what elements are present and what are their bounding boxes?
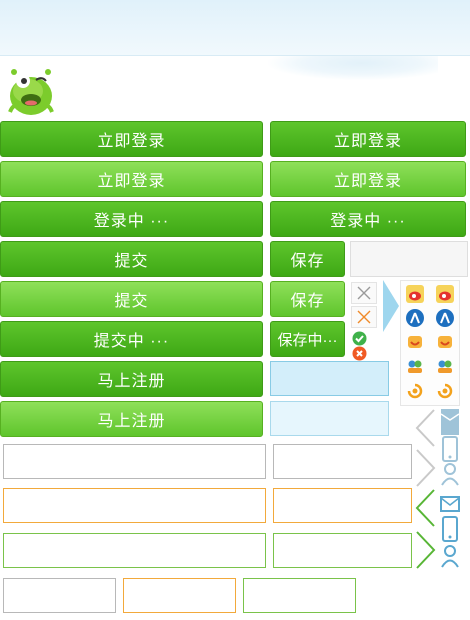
submitting-button[interactable]: 提交中 ··· [0,321,263,357]
hint-box [270,361,389,396]
text-input-valid[interactable] [3,533,266,568]
login-button-small-hover[interactable]: 立即登录 [270,161,466,197]
chevron-left-icon [414,408,436,448]
mail-icon [440,494,460,514]
mascot-icon [4,64,58,118]
qq-weibo-icon[interactable] [406,382,424,400]
logging-in-button-small[interactable]: 登录中 ··· [270,201,466,237]
user-icon [440,544,460,568]
close-icon[interactable] [351,282,377,304]
login-button[interactable]: 立即登录 [0,121,263,157]
cloud-decoration [268,56,438,80]
register-button-hover[interactable]: 马上注册 [0,401,263,437]
weibo-icon[interactable] [406,285,424,303]
disabled-field [350,241,468,277]
close-hover-icon[interactable] [351,306,377,328]
mail-icon [440,408,460,436]
kaixin-icon[interactable] [436,333,454,351]
save-button[interactable]: 保存 [270,241,345,277]
weibo-icon[interactable] [436,285,454,303]
chevron-left-icon [414,488,436,528]
error-icon [352,346,367,361]
qq-weibo-icon[interactable] [436,382,454,400]
text-input-mini[interactable] [3,578,116,613]
save-button-hover[interactable]: 保存 [270,281,345,317]
text-input-small-focus[interactable] [273,488,412,523]
text-input-focus[interactable] [3,488,266,523]
renren-icon[interactable] [406,309,424,327]
renren-icon[interactable] [436,309,454,327]
text-input[interactable] [3,444,266,479]
submit-button-hover[interactable]: 提交 [0,281,263,317]
chevron-left-icon [414,530,436,570]
saving-button[interactable]: 保存中··· [270,321,345,357]
douban-icon[interactable] [406,357,424,375]
hint-box-light [270,401,389,436]
login-button-hover[interactable]: 立即登录 [0,161,263,197]
submit-button[interactable]: 提交 [0,241,263,277]
user-icon [440,462,460,486]
douban-icon[interactable] [436,357,454,375]
text-input-small-valid[interactable] [273,533,412,568]
text-input-small[interactable] [273,444,412,479]
tab-arrow-icon [383,280,399,332]
check-icon [352,331,367,346]
chevron-left-icon [414,448,436,488]
text-input-mini-focus[interactable] [123,578,236,613]
text-input-mini-valid[interactable] [243,578,356,613]
phone-icon [440,436,460,462]
logging-in-button[interactable]: 登录中 ··· [0,201,263,237]
phone-icon [440,516,460,542]
kaixin-icon[interactable] [406,333,424,351]
header-band [0,0,470,56]
register-button[interactable]: 马上注册 [0,361,263,397]
login-button-small[interactable]: 立即登录 [270,121,466,157]
